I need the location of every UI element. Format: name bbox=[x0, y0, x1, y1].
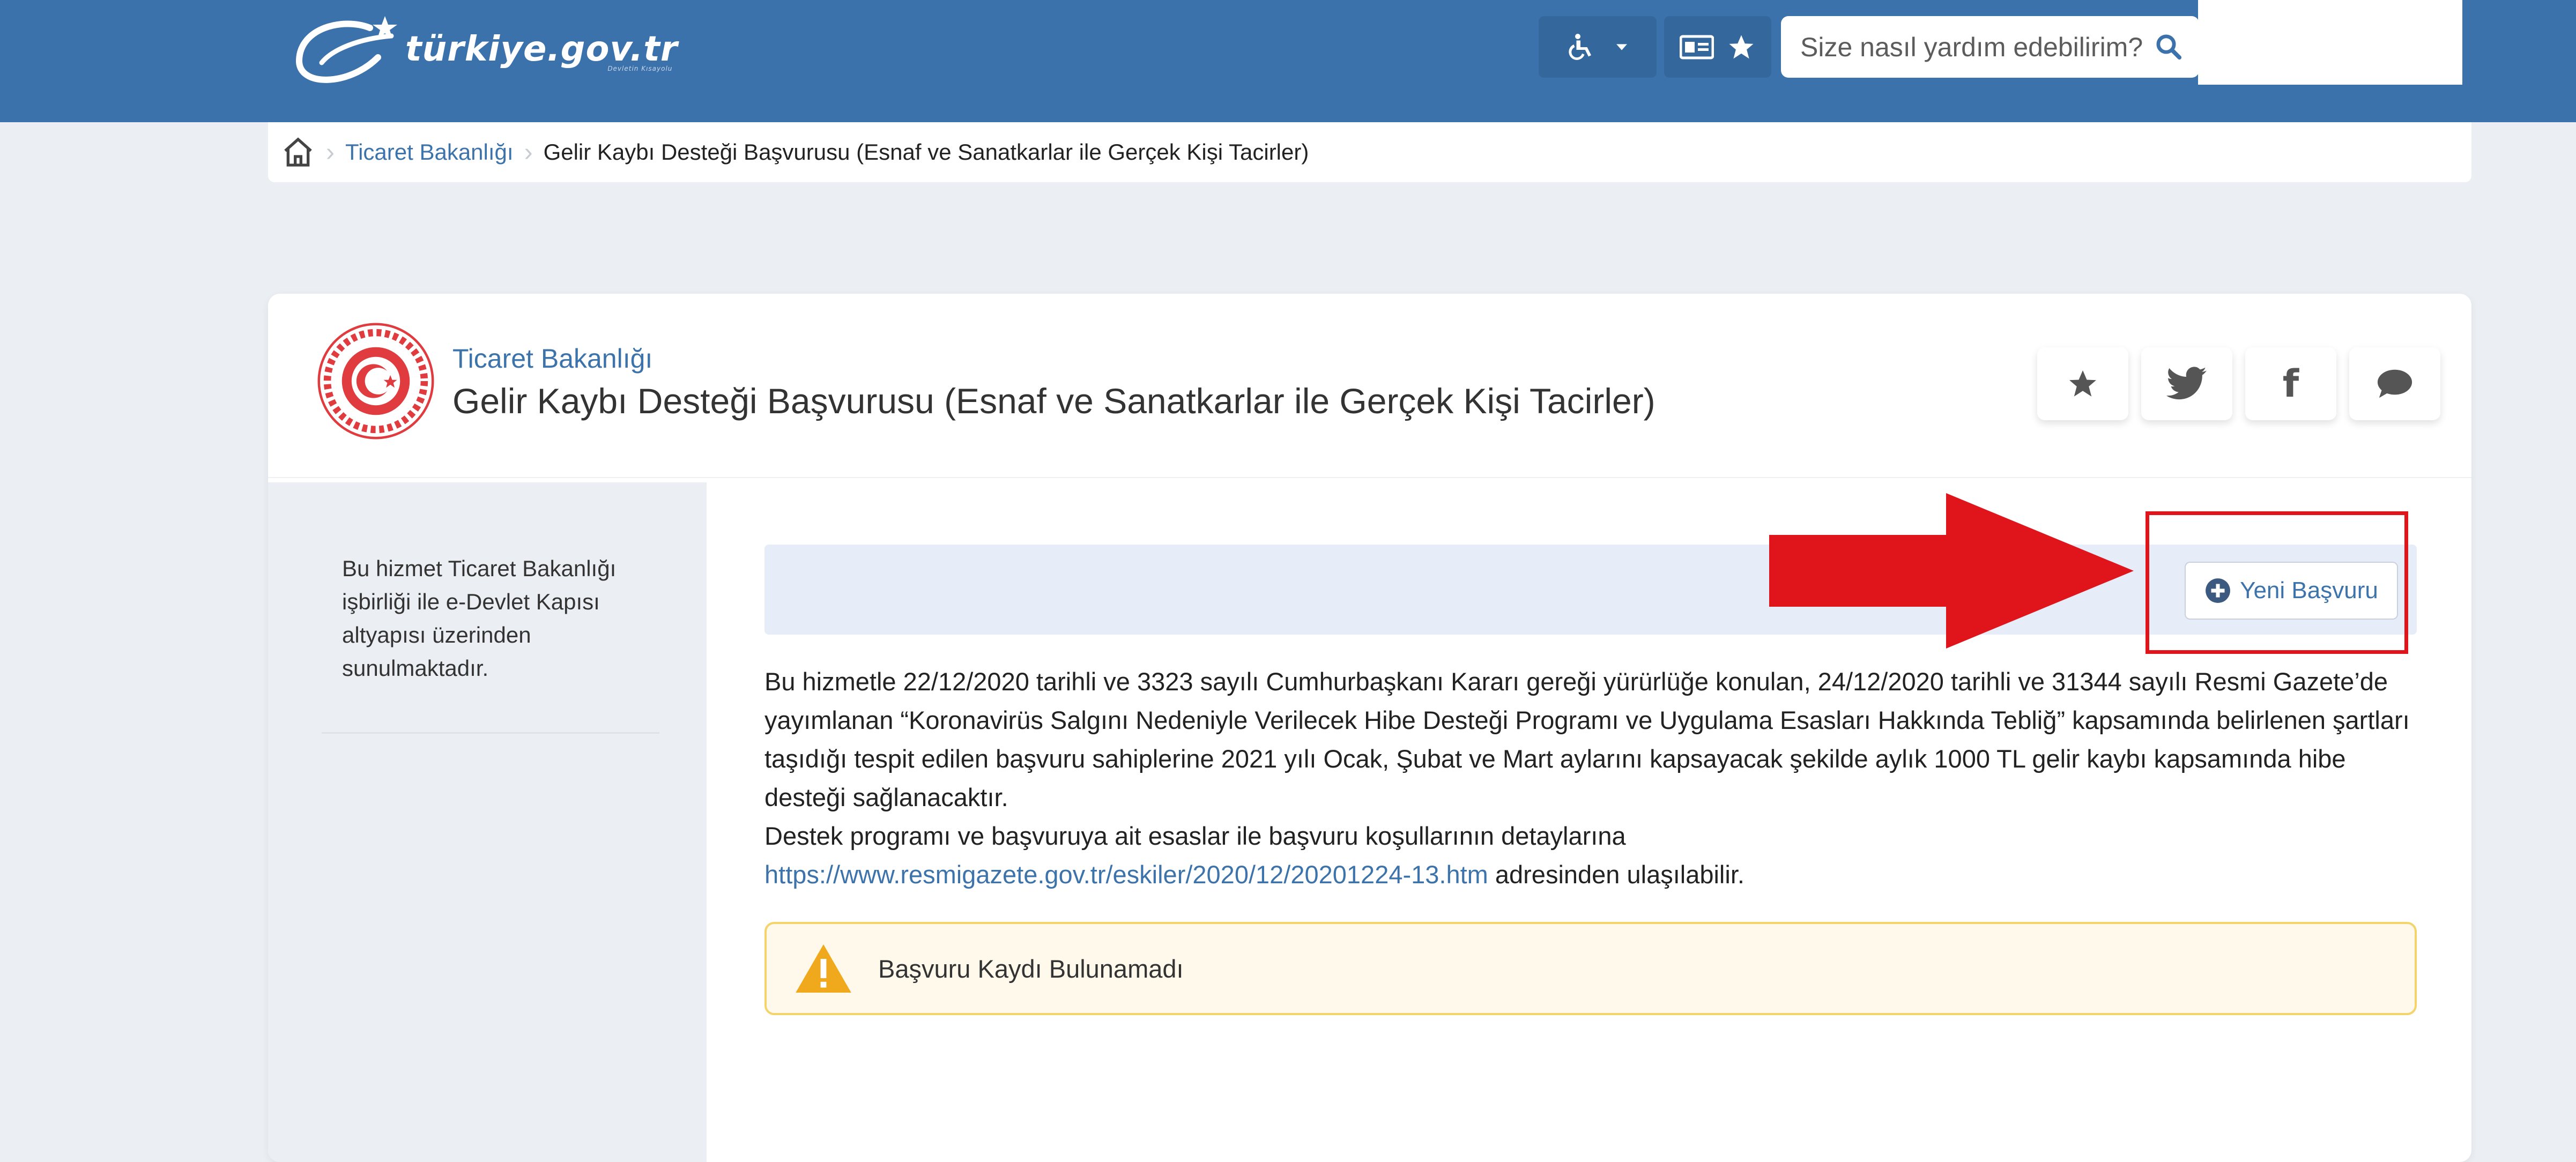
logo-text: türkiye.gov.tr Devletin Kısayolu bbox=[405, 29, 678, 72]
annotation-arrow-icon bbox=[1769, 493, 2134, 649]
star-icon bbox=[1729, 35, 1754, 58]
logo-swoosh-icon bbox=[295, 16, 397, 83]
breadcrumb-separator: › bbox=[524, 138, 533, 167]
id-favorites-button[interactable] bbox=[1664, 16, 1771, 78]
search-input[interactable] bbox=[1799, 31, 2144, 63]
twitter-icon bbox=[2166, 367, 2207, 400]
accessibility-button[interactable] bbox=[1539, 16, 1657, 78]
sidebar-divider bbox=[322, 732, 659, 734]
alert-message: Başvuru Kaydı Bulunamadı bbox=[878, 954, 1184, 983]
breadcrumb-link-agency[interactable]: Ticaret Bakanlığı bbox=[345, 139, 514, 165]
service-card: Ticaret Bakanlığı Gelir Kaybı Desteği Ba… bbox=[268, 294, 2471, 1162]
search-icon[interactable] bbox=[2154, 32, 2183, 61]
service-header: Ticaret Bakanlığı Gelir Kaybı Desteği Ba… bbox=[268, 294, 2471, 478]
site-logo[interactable]: türkiye.gov.tr Devletin Kısayolu bbox=[289, 6, 678, 92]
resmi-gazete-link[interactable]: https://www.resmigazete.gov.tr/eskiler/2… bbox=[764, 860, 1488, 889]
new-application-label: Yeni Başvuru bbox=[2240, 577, 2378, 604]
breadcrumb-separator: › bbox=[326, 138, 335, 167]
plus-circle-icon bbox=[2206, 578, 2231, 603]
header-blank-panel bbox=[2198, 0, 2462, 85]
service-description: Bu hizmetle 22/12/2020 tarihli ve 3323 s… bbox=[764, 662, 2421, 894]
home-icon[interactable] bbox=[281, 135, 315, 169]
accessibility-icon bbox=[1569, 33, 1591, 60]
description-paragraph: Destek programı ve başvuruya ait esaslar… bbox=[764, 822, 1626, 850]
share-twitter-button[interactable] bbox=[2141, 347, 2232, 420]
warning-icon bbox=[796, 944, 851, 993]
sidebar: Bu hizmet Ticaret Bakanlığı işbirliği il… bbox=[268, 482, 707, 1162]
feedback-button[interactable] bbox=[2349, 347, 2440, 420]
star-icon bbox=[2069, 370, 2096, 397]
favorite-button[interactable] bbox=[2037, 347, 2128, 420]
chevron-down-icon bbox=[1616, 43, 1627, 50]
link-suffix-text: adresinden ulaşılabilir. bbox=[1488, 860, 1744, 889]
sidebar-note: Bu hizmet Ticaret Bakanlığı işbirliği il… bbox=[342, 556, 617, 681]
facebook-icon: f bbox=[2282, 362, 2299, 406]
logo-subtitle: Devletin Kısayolu bbox=[607, 65, 673, 72]
service-title: Gelir Kaybı Desteği Başvurusu (Esnaf ve … bbox=[452, 381, 1656, 421]
comment-icon bbox=[2377, 369, 2412, 398]
no-record-alert: Başvuru Kaydı Bulunamadı bbox=[764, 922, 2417, 1015]
search-box[interactable] bbox=[1781, 16, 2199, 78]
agency-name[interactable]: Ticaret Bakanlığı bbox=[452, 343, 652, 374]
description-paragraph: Bu hizmetle 22/12/2020 tarihli ve 3323 s… bbox=[764, 667, 2410, 811]
breadcrumb-current: Gelir Kaybı Desteği Başvurusu (Esnaf ve … bbox=[543, 139, 1309, 165]
share-facebook-button[interactable]: f bbox=[2245, 347, 2336, 420]
top-header: türkiye.gov.tr Devletin Kısayolu bbox=[0, 0, 2576, 122]
breadcrumb: › Ticaret Bakanlığı › Gelir Kaybı Desteğ… bbox=[268, 122, 2471, 182]
ministry-emblem-icon bbox=[317, 323, 434, 440]
id-card-icon bbox=[1680, 35, 1714, 59]
new-application-button[interactable]: Yeni Başvuru bbox=[2185, 562, 2398, 620]
